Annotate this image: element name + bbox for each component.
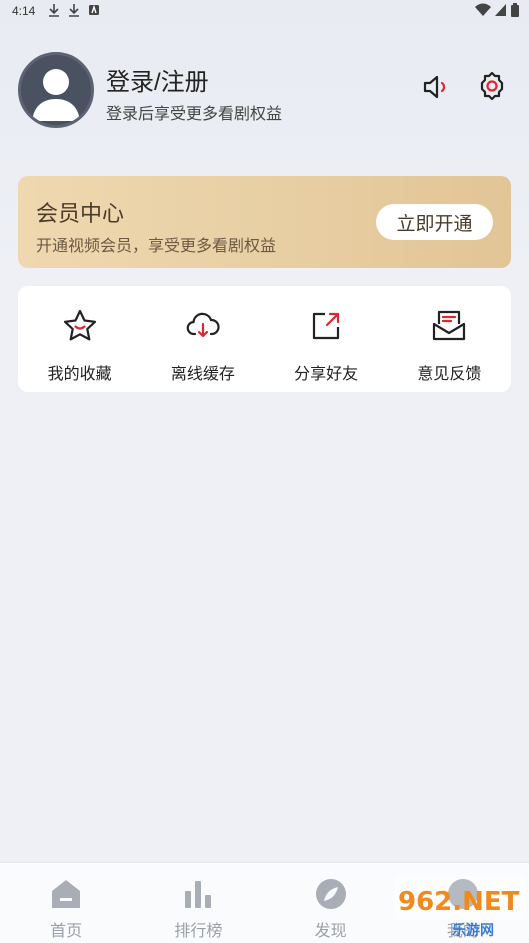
profile-header: 登录/注册 登录后享受更多看剧权益 bbox=[18, 52, 518, 132]
wifi-icon bbox=[475, 3, 491, 16]
status-system-icons bbox=[475, 3, 519, 17]
settings-gear-icon[interactable] bbox=[476, 70, 508, 102]
nav-ranking[interactable]: 排行榜 bbox=[132, 863, 264, 943]
status-bar: 4:14 bbox=[0, 0, 529, 22]
site-watermark: 962.NET 乐游网 bbox=[394, 876, 527, 939]
offline-cache-item[interactable]: 离线缓存 bbox=[141, 286, 264, 392]
watermark-subtext: 乐游网 bbox=[452, 922, 494, 939]
status-time: 4:14 bbox=[12, 4, 36, 18]
nav-discover-label: 发现 bbox=[314, 923, 347, 940]
battery-icon bbox=[511, 3, 519, 17]
watermark-text: 962.NET bbox=[398, 887, 520, 917]
share-icon bbox=[313, 312, 340, 340]
share-label: 分享好友 bbox=[294, 366, 359, 383]
favorites-label: 我的收藏 bbox=[47, 366, 112, 383]
app-notification-icon bbox=[89, 4, 99, 15]
favorites-item[interactable]: 我的收藏 bbox=[18, 286, 141, 392]
avatar[interactable] bbox=[18, 52, 94, 128]
nav-discover[interactable]: 发现 bbox=[265, 863, 397, 943]
share-item[interactable]: 分享好友 bbox=[265, 286, 388, 392]
star-icon bbox=[63, 309, 96, 341]
feedback-label: 意见反馈 bbox=[417, 366, 482, 383]
signal-icon bbox=[495, 4, 506, 16]
vip-title: 会员中心 bbox=[36, 201, 125, 226]
feedback-item[interactable]: 意见反馈 bbox=[388, 286, 511, 392]
home-icon bbox=[52, 880, 81, 908]
feature-grid: 我的收藏 离线缓存 分享好友 意见反馈 bbox=[18, 286, 511, 392]
default-user-icon bbox=[32, 69, 80, 121]
feedback-icon bbox=[433, 310, 466, 341]
download-icon bbox=[69, 4, 79, 17]
offline-cache-label: 离线缓存 bbox=[170, 366, 235, 383]
open-vip-button[interactable]: 立即开通 bbox=[376, 204, 493, 240]
speaker-icon[interactable] bbox=[421, 72, 451, 102]
vip-center-card[interactable]: 会员中心 开通视频会员，享受更多看剧权益 立即开通 bbox=[18, 176, 511, 268]
cloud-download-icon bbox=[186, 312, 220, 338]
login-subtitle: 登录后享受更多看剧权益 bbox=[106, 106, 283, 123]
vip-subtitle: 开通视频会员，享受更多看剧权益 bbox=[36, 238, 277, 255]
discover-icon bbox=[315, 879, 346, 909]
login-register-link[interactable]: 登录/注册 bbox=[106, 62, 209, 97]
status-notification-icons bbox=[48, 3, 100, 17]
ranking-icon bbox=[185, 881, 212, 908]
nav-ranking-label: 排行榜 bbox=[174, 923, 223, 940]
nav-home-label: 首页 bbox=[50, 923, 83, 940]
download-icon bbox=[49, 4, 59, 17]
nav-home[interactable]: 首页 bbox=[0, 863, 132, 943]
